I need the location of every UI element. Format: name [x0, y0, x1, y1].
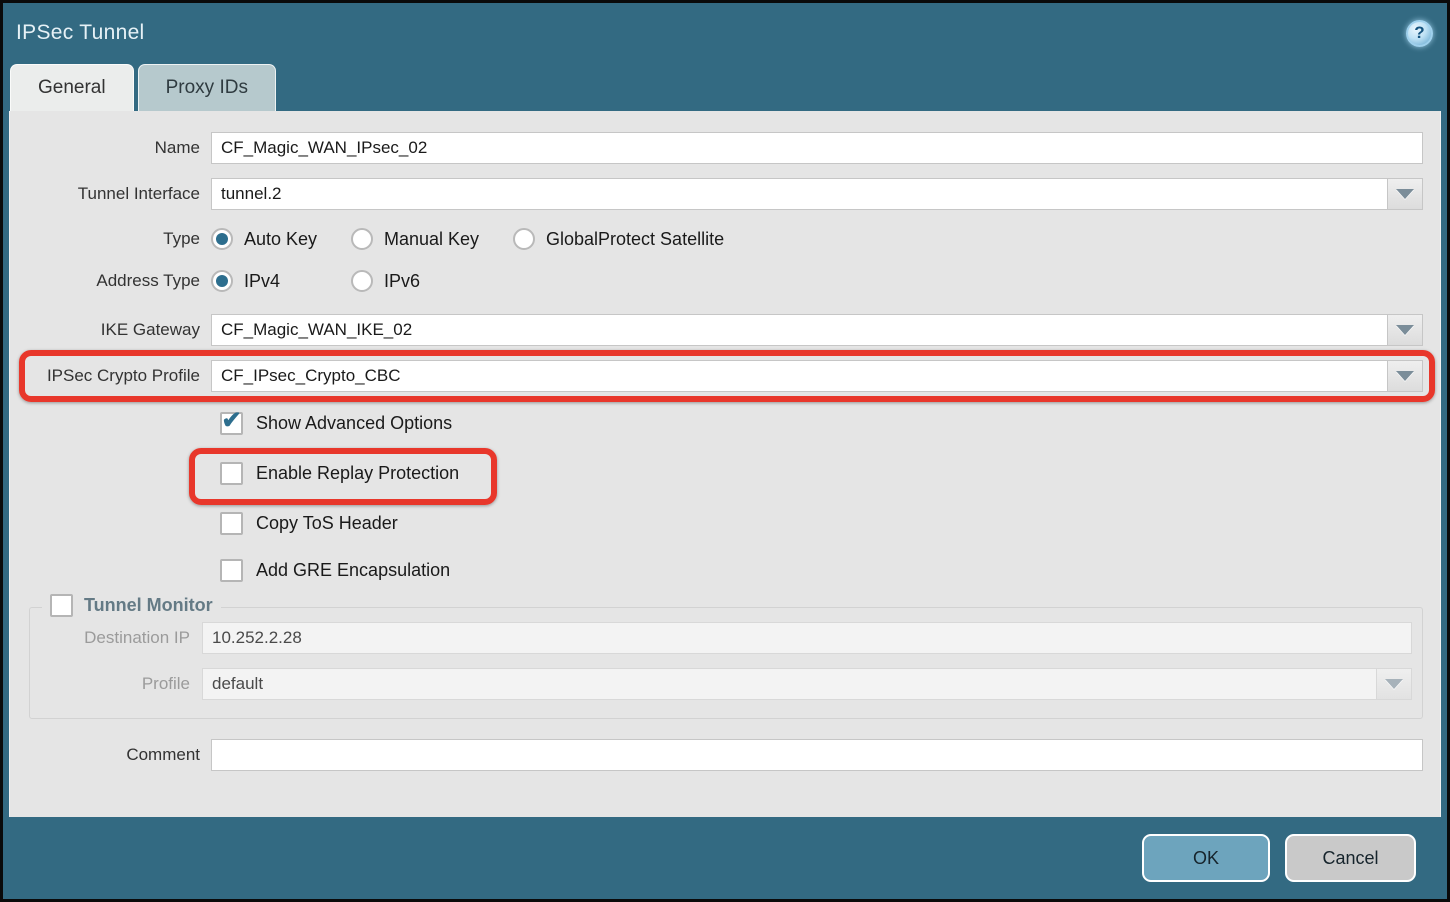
help-icon[interactable]: ? — [1406, 20, 1433, 47]
add-gre-encapsulation-checkbox[interactable] — [220, 559, 243, 582]
enable-replay-protection-checkbox[interactable] — [220, 462, 243, 485]
tunnel-interface-dropdown-button[interactable] — [1388, 178, 1423, 210]
tab-proxy-ids[interactable]: Proxy IDs — [138, 64, 276, 111]
dialog-title: IPSec Tunnel — [16, 21, 145, 45]
type-row: Type Auto Key Manual Key GlobalProtect S… — [10, 228, 1440, 250]
radio-ipv4-label: IPv4 — [244, 271, 280, 292]
cancel-button[interactable]: Cancel — [1285, 834, 1416, 882]
radio-manual-key-label: Manual Key — [384, 229, 479, 250]
radio-circle-icon — [351, 270, 373, 292]
tab-bar: General Proxy IDs — [3, 63, 1447, 111]
add-gre-encapsulation-label: Add GRE Encapsulation — [256, 560, 450, 581]
radio-auto-key[interactable]: Auto Key — [211, 228, 351, 250]
comment-row: Comment — [10, 739, 1440, 771]
destination-ip-row: Destination IP — [40, 622, 1412, 654]
tunnel-monitor-legend: Tunnel Monitor — [42, 594, 221, 617]
comment-input[interactable] — [211, 739, 1423, 771]
dialog-footer: OK Cancel — [3, 817, 1447, 899]
profile-dropdown-button — [1377, 668, 1412, 700]
check-icon: ✔ — [221, 406, 241, 435]
name-input[interactable] — [211, 132, 1423, 164]
copy-tos-header-checkbox[interactable] — [220, 512, 243, 535]
tunnel-monitor-fieldset: Tunnel Monitor Destination IP Profile — [29, 607, 1423, 719]
enable-replay-protection-label: Enable Replay Protection — [256, 463, 459, 484]
general-tab-panel: Name Tunnel Interface Type Auto Key — [9, 111, 1441, 817]
profile-input — [202, 668, 1377, 700]
show-advanced-options-checkbox[interactable]: ✔ — [220, 412, 243, 435]
add-gre-encapsulation-row: Add GRE Encapsulation — [10, 557, 1440, 583]
type-radio-group: Auto Key Manual Key GlobalProtect Satell… — [211, 228, 724, 250]
chevron-down-icon — [1396, 189, 1414, 199]
tunnel-interface-row: Tunnel Interface — [10, 178, 1440, 210]
radio-circle-icon — [513, 228, 535, 250]
profile-label: Profile — [40, 674, 202, 694]
chevron-down-icon — [1396, 371, 1414, 381]
radio-circle-icon — [351, 228, 373, 250]
destination-ip-label: Destination IP — [40, 628, 202, 648]
radio-circle-icon — [211, 270, 233, 292]
radio-manual-key[interactable]: Manual Key — [351, 228, 513, 250]
tab-general[interactable]: General — [10, 64, 134, 111]
tab-general-label: General — [38, 77, 106, 99]
type-label: Type — [10, 229, 211, 249]
ipsec-tunnel-dialog: IPSec Tunnel ? General Proxy IDs Name Tu… — [0, 0, 1450, 902]
ipsec-crypto-profile-input[interactable] — [211, 360, 1388, 392]
tunnel-monitor-checkbox[interactable] — [50, 594, 73, 617]
address-type-label: Address Type — [10, 271, 211, 291]
tunnel-interface-input[interactable] — [211, 178, 1388, 210]
radio-ipv6-label: IPv6 — [384, 271, 420, 292]
show-advanced-options-label: Show Advanced Options — [256, 413, 452, 434]
tunnel-interface-label: Tunnel Interface — [10, 184, 211, 204]
name-row: Name — [10, 132, 1440, 164]
ike-gateway-input[interactable] — [211, 314, 1388, 346]
comment-label: Comment — [10, 745, 211, 765]
ike-gateway-row: IKE Gateway — [10, 314, 1440, 346]
chevron-down-icon — [1396, 325, 1414, 335]
destination-ip-input — [202, 622, 1412, 654]
ipsec-crypto-profile-dropdown-button[interactable] — [1388, 360, 1423, 392]
radio-globalprotect-satellite[interactable]: GlobalProtect Satellite — [513, 228, 724, 250]
radio-ipv6[interactable]: IPv6 — [351, 270, 420, 292]
ike-gateway-dropdown-button[interactable] — [1388, 314, 1423, 346]
ike-gateway-label: IKE Gateway — [10, 320, 211, 340]
address-type-radio-group: IPv4 IPv6 — [211, 270, 420, 292]
address-type-row: Address Type IPv4 IPv6 — [10, 270, 1440, 292]
radio-circle-icon — [211, 228, 233, 250]
tab-proxy-ids-label: Proxy IDs — [166, 77, 248, 99]
radio-ipv4[interactable]: IPv4 — [211, 270, 351, 292]
tunnel-monitor-label: Tunnel Monitor — [84, 595, 213, 616]
ipsec-crypto-profile-label: IPSec Crypto Profile — [10, 366, 211, 386]
copy-tos-header-row: Copy ToS Header — [10, 510, 1440, 536]
radio-globalprotect-satellite-label: GlobalProtect Satellite — [546, 229, 724, 250]
enable-replay-protection-row: Enable Replay Protection — [10, 460, 1440, 486]
dialog-titlebar: IPSec Tunnel ? — [3, 3, 1447, 63]
ipsec-crypto-profile-row: IPSec Crypto Profile — [10, 360, 1440, 392]
chevron-down-icon — [1385, 679, 1403, 689]
copy-tos-header-label: Copy ToS Header — [256, 513, 398, 534]
show-advanced-options-row: ✔ Show Advanced Options — [10, 410, 1440, 436]
ok-button[interactable]: OK — [1142, 834, 1270, 882]
name-label: Name — [10, 138, 211, 158]
radio-auto-key-label: Auto Key — [244, 229, 317, 250]
profile-row: Profile — [40, 668, 1412, 700]
